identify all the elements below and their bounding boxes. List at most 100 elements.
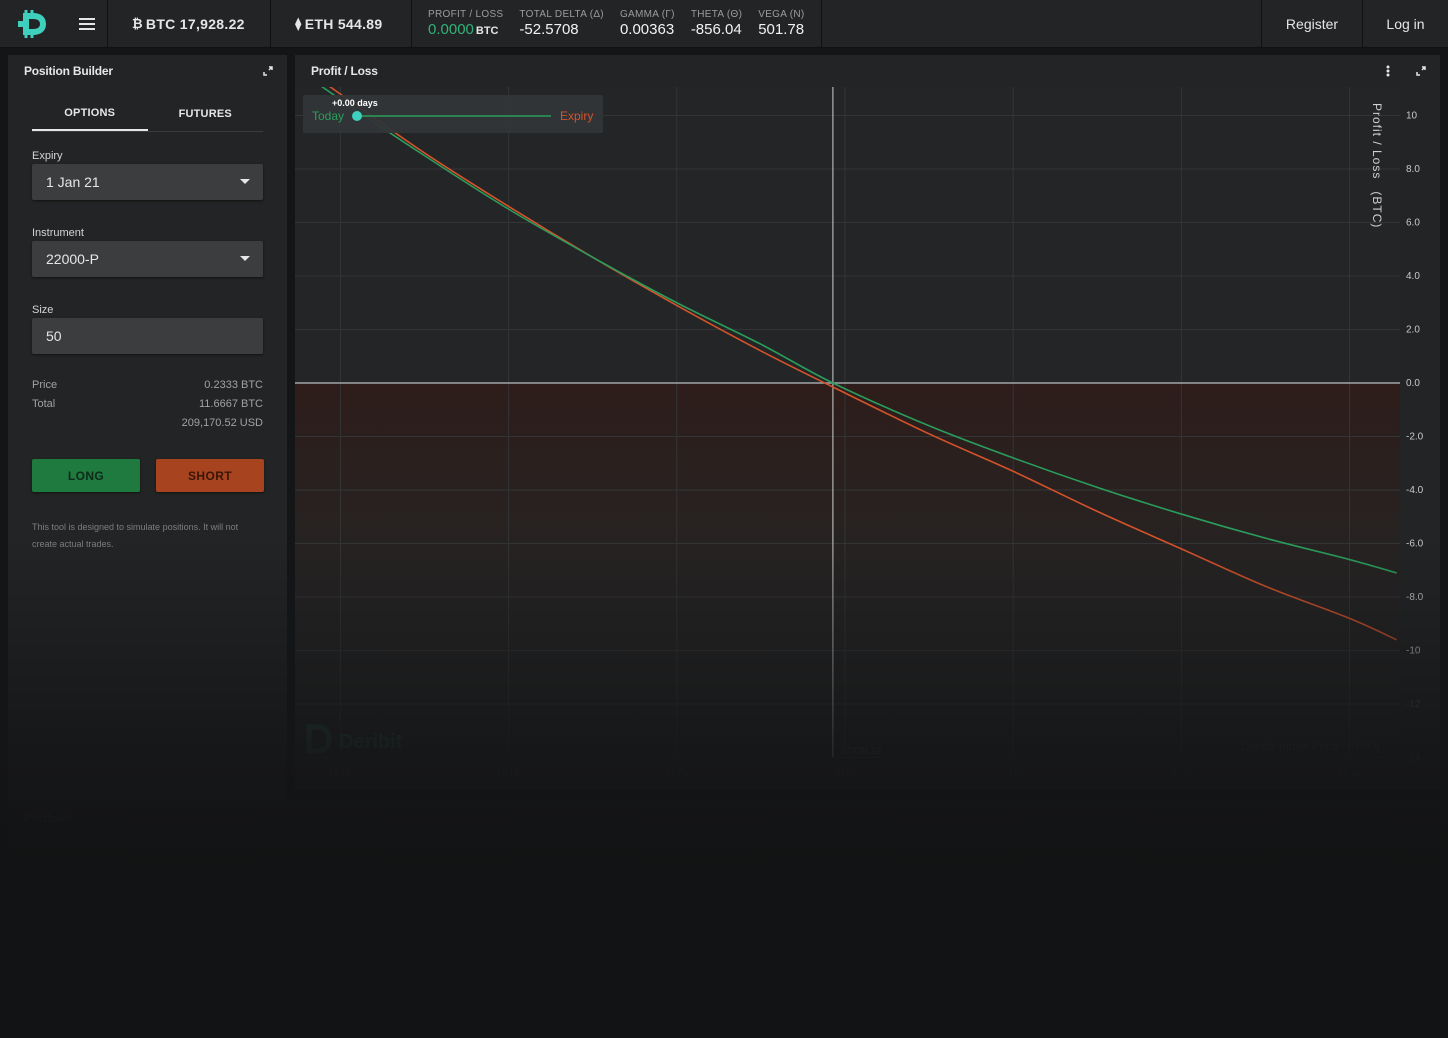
- y-tick-label: -14: [1406, 753, 1421, 764]
- hamburger-icon: [78, 22, 95, 25]
- greek-label: GAMMA (Γ): [619, 9, 675, 20]
- y-tick-label: -8.0: [1406, 592, 1424, 603]
- position-builder-panel: Position Builder OPTIONS FUTURES Expiry …: [8, 55, 287, 835]
- panel-title: Profit / Loss: [311, 64, 378, 78]
- x-axis-label: Deribit Index Price: [1241, 739, 1339, 753]
- bitcoin-icon: ₿: [132, 16, 143, 31]
- x-tick-label: 17.0k: [665, 769, 690, 780]
- panel-title: Portfolio: [24, 811, 72, 825]
- x-axis-ticks: 15.0k 16.0k 17.0k 18.0k 19.0k 20.0k 21.0k: [328, 769, 1363, 780]
- instrument-type-tabs: OPTIONS FUTURES: [32, 97, 263, 132]
- y-tick-label: 10: [1406, 111, 1418, 122]
- total-btc-value: 11.6667 BTC: [198, 398, 263, 410]
- x-tick-label: 16.0k: [496, 769, 521, 780]
- x-tick-label: 21.0k: [1337, 769, 1362, 780]
- deribit-logo-icon: [18, 9, 46, 38]
- greek-value: -52.5708: [519, 21, 579, 38]
- crosshair-price-label: 17928.22: [840, 746, 882, 757]
- chevron-down-icon: [240, 256, 250, 261]
- x-tick-label: 18.0k: [833, 769, 858, 780]
- y-tick-label: 8.0: [1406, 164, 1420, 175]
- register-button[interactable]: Register: [1261, 0, 1362, 47]
- time-slider[interactable]: +0.00 days Today Expiry: [303, 95, 603, 133]
- y-tick-label: -12: [1406, 699, 1421, 710]
- greek-label: PROFIT / LOSS: [428, 9, 504, 20]
- slider-today-label: Today: [312, 109, 344, 123]
- portfolio-panel: Portfolio: [8, 800, 1440, 1038]
- y-axis-label: Profit / Loss: [1370, 103, 1384, 179]
- menu-button[interactable]: [66, 0, 108, 47]
- size-input[interactable]: 50: [32, 318, 263, 354]
- watermark-text: Deribit: [339, 731, 403, 753]
- short-button[interactable]: SHORT: [156, 459, 264, 492]
- panel-title: Position Builder: [24, 64, 113, 78]
- x-axis-title: Deribit Index Price (USD): [1241, 739, 1380, 753]
- profit-loss-panel: Profit / Loss 10 8.0 6.0 4.0 2.0 0.0 -2.0 -4.0 -…: [295, 55, 1440, 790]
- size-value: 50: [46, 328, 62, 344]
- x-tick-label: 19.0k: [1001, 769, 1026, 780]
- y-tick-label: 6.0: [1406, 218, 1420, 229]
- eth-price: ETH 544.89: [304, 15, 383, 32]
- expand-icon[interactable]: [1416, 66, 1426, 76]
- instrument-select[interactable]: 22000-P: [32, 241, 263, 277]
- greek-theta: THETA (Θ) -856.04: [691, 9, 742, 38]
- more-vertical-icon[interactable]: [1386, 65, 1390, 77]
- greek-label: VEGA (N): [758, 9, 805, 20]
- y-tick-label: -2.0: [1406, 432, 1424, 443]
- y-tick-label: 2.0: [1406, 325, 1420, 336]
- greek-value: 501.78: [758, 21, 805, 38]
- total-row: Total 11.6667 BTC: [32, 398, 263, 410]
- ethereum-icon: ⧫: [295, 15, 302, 31]
- chevron-down-icon: [240, 179, 250, 184]
- instrument-value: 22000-P: [46, 251, 99, 267]
- greek-profit-loss: PROFIT / LOSS 0.0000 BTC: [428, 9, 503, 38]
- slider-handle[interactable]: [352, 111, 362, 121]
- greek-label: THETA (Θ): [690, 9, 743, 20]
- profit-loss-value: 0.0000: [428, 21, 474, 38]
- profit-loss-chart[interactable]: 10 8.0 6.0 4.0 2.0 0.0 -2.0 -4.0 -6.0 -8.0 -10 -12 -…: [295, 87, 1440, 790]
- y-tick-label: -10: [1406, 646, 1421, 657]
- instrument-label: Instrument: [32, 227, 84, 239]
- y-tick-label: -4.0: [1406, 485, 1424, 496]
- btc-ticker[interactable]: ₿ BTC 17,928.22: [108, 0, 271, 47]
- greek-value: 0.00363: [619, 21, 675, 38]
- disclaimer-text: This tool is designed to simulate positi…: [32, 522, 239, 549]
- y-tick-label: 0.0: [1406, 378, 1420, 389]
- expiry-select[interactable]: 1 Jan 21: [32, 164, 263, 200]
- greek-delta: TOTAL DELTA (Δ) -52.5708: [519, 9, 604, 38]
- price-row: Price 0.2333 BTC: [32, 379, 263, 391]
- tab-options[interactable]: OPTIONS: [32, 97, 148, 131]
- total-label: Total: [32, 398, 56, 410]
- greek-gamma: GAMMA (Γ) 0.00363: [620, 9, 675, 38]
- x-axis-unit: (USD): [1347, 739, 1380, 753]
- price-label: Price: [32, 379, 58, 391]
- y-axis-title: Profit / Loss (BTC): [1370, 103, 1384, 228]
- btc-price: BTC 17,928.22: [145, 15, 245, 32]
- y-tick-label: 4.0: [1406, 271, 1420, 282]
- price-value: 0.2333 BTC: [204, 379, 263, 391]
- loss-region: [295, 383, 1400, 757]
- greek-label: TOTAL DELTA (Δ): [519, 9, 604, 20]
- y-tick-label: -6.0: [1406, 539, 1424, 550]
- x-tick-label: 20.0k: [1169, 769, 1194, 780]
- greek-value: 0.0000 BTC: [428, 21, 503, 38]
- expiry-label: Expiry: [32, 150, 63, 162]
- slider-days-label: +0.00 days: [332, 98, 378, 108]
- x-tick-label: 15.0k: [328, 769, 353, 780]
- eth-ticker[interactable]: ⧫ ETH 544.89: [271, 0, 412, 47]
- greek-value: -856.04: [690, 21, 742, 38]
- top-bar: ₿ BTC 17,928.22 ⧫ ETH 544.89 PROFIT / LO…: [0, 0, 1448, 48]
- y-axis-ticks: 10 8.0 6.0 4.0 2.0 0.0 -2.0 -4.0 -6.0 -8.0 -10 -12 -…: [1406, 111, 1424, 764]
- login-button[interactable]: Log in: [1362, 0, 1448, 47]
- greek-vega: VEGA (N) 501.78: [758, 9, 804, 38]
- long-button[interactable]: LONG: [32, 459, 140, 492]
- total-usd-value: 209,170.52 USD: [181, 417, 263, 429]
- expand-icon[interactable]: [263, 66, 273, 76]
- tab-futures[interactable]: FUTURES: [148, 97, 264, 131]
- y-axis-unit: (BTC): [1370, 191, 1384, 228]
- profit-loss-unit: BTC: [475, 25, 499, 37]
- slider-expiry-label: Expiry: [560, 109, 593, 123]
- deribit-logo[interactable]: [0, 0, 66, 47]
- greeks-summary: PROFIT / LOSS 0.0000 BTC TOTAL DELTA (Δ) …: [412, 0, 822, 47]
